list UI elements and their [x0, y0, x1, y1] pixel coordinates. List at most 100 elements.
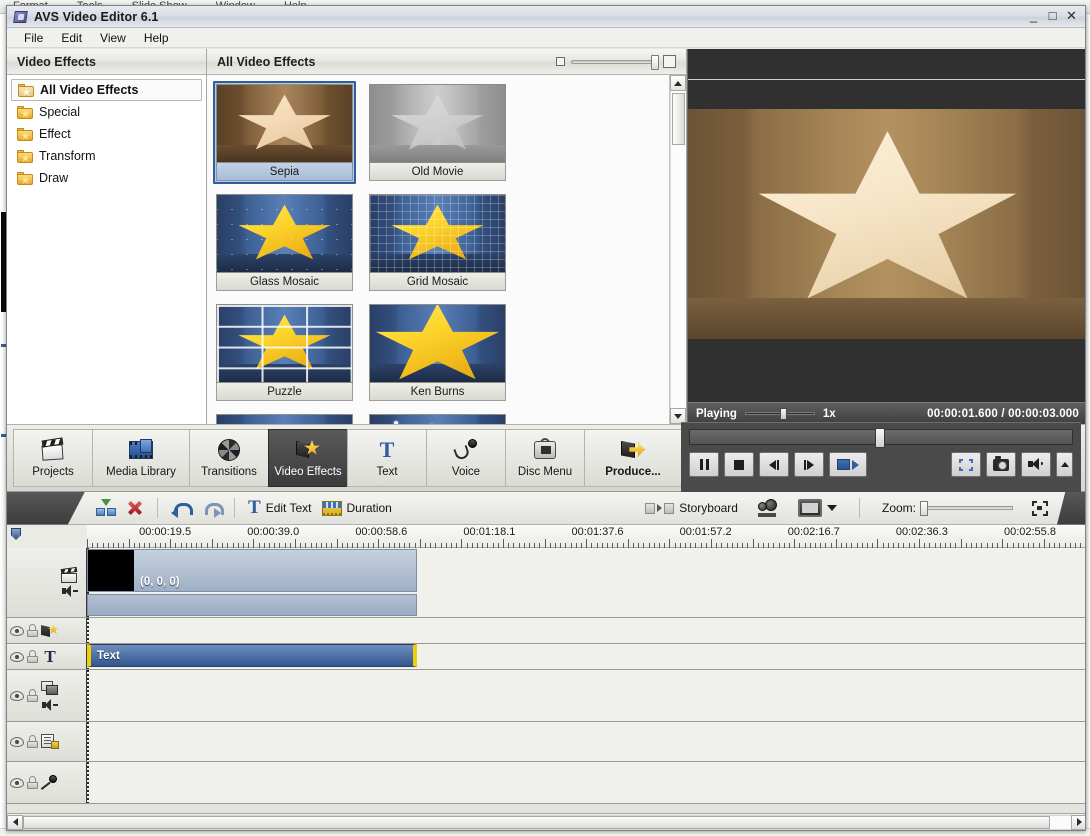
close-button[interactable]: ✕ — [1064, 8, 1079, 24]
track-header-voice[interactable] — [7, 762, 87, 803]
mode-button-text[interactable]: T Text — [347, 429, 427, 487]
eye-icon[interactable] — [10, 651, 24, 662]
video-preview-area[interactable] — [688, 49, 1085, 402]
display-mode-button[interactable] — [793, 497, 842, 519]
video-clip[interactable]: (0, 0, 0) — [87, 549, 417, 592]
effect-cell-sepia[interactable]: Sepia — [213, 81, 356, 184]
menu-help[interactable]: Help — [135, 30, 178, 46]
effect-cell-glass-mosaic[interactable]: Glass Mosaic — [213, 191, 356, 294]
effect-cell-snow[interactable]: Snow — [366, 411, 509, 424]
sidebar-item-all-video-effects[interactable]: All Video Effects — [11, 79, 202, 101]
track-header-overlay-video[interactable] — [7, 670, 87, 721]
eye-icon[interactable] — [10, 625, 24, 636]
scrollbar-thumb[interactable] — [672, 93, 685, 145]
sidebar-item-draw[interactable]: Draw — [11, 167, 202, 189]
mode-button-video-effects[interactable]: Video Effects — [268, 429, 348, 487]
text-clip[interactable]: Text — [87, 644, 417, 667]
play-timeline-button[interactable] — [829, 452, 867, 477]
track-body-overlay-video[interactable] — [87, 670, 1085, 721]
pause-button[interactable] — [689, 452, 719, 477]
sidebar-item-transform[interactable]: Transform — [11, 145, 202, 167]
sidebar-item-effect[interactable]: Effect — [11, 123, 202, 145]
timeline-ruler[interactable]: 00:00:19.5 00:00:39.0 00:00:58.6 00:01:18.1… — [7, 525, 1085, 548]
fit-to-window-button[interactable] — [1027, 499, 1053, 518]
ruler-tick — [211, 539, 213, 548]
speed-slider[interactable] — [744, 408, 815, 420]
undo-button[interactable] — [166, 497, 196, 519]
lock-icon[interactable] — [27, 689, 38, 702]
size-slider-track[interactable] — [571, 54, 659, 70]
track-header-main-video[interactable] — [7, 548, 87, 617]
previous-frame-button[interactable] — [759, 452, 789, 477]
timeline-horizontal-scrollbar[interactable] — [7, 813, 1085, 830]
minimize-button[interactable]: _ — [1026, 8, 1041, 24]
mode-button-produce[interactable]: Produce... — [584, 429, 682, 487]
mode-button-transitions[interactable]: Transitions — [189, 429, 269, 487]
sidebar-item-special[interactable]: Special — [11, 101, 202, 123]
effect-cell-grid-mosaic[interactable]: Grid Mosaic — [366, 191, 509, 294]
chevron-down-icon[interactable] — [826, 505, 837, 511]
edit-text-button[interactable]: T Edit Text — [243, 497, 317, 519]
speaker-icon[interactable] — [62, 585, 78, 597]
effect-cell-glass[interactable]: Glass — [213, 411, 356, 424]
lock-icon[interactable] — [27, 735, 38, 748]
storyboard-toggle-button[interactable]: Storyboard — [640, 499, 743, 517]
next-frame-button[interactable] — [794, 452, 824, 477]
mode-button-disc-menu[interactable]: Disc Menu — [505, 429, 585, 487]
eye-icon[interactable] — [10, 690, 24, 701]
snapshot-button[interactable] — [986, 452, 1016, 477]
scroll-right-button[interactable] — [1071, 814, 1085, 830]
scrollbar-track[interactable] — [670, 91, 686, 408]
effect-cell-old-movie[interactable]: Old Movie — [366, 81, 509, 184]
track-header-text[interactable]: T — [7, 644, 87, 669]
category-panel-header: Video Effects — [7, 49, 206, 75]
scroll-up-button[interactable] — [670, 75, 686, 91]
volume-expand-button[interactable] — [1056, 452, 1073, 477]
thumbnail-size-slider[interactable] — [556, 54, 676, 70]
effect-cell-ken-burns[interactable]: Ken Burns — [366, 301, 509, 404]
duration-button[interactable]: Duration — [317, 499, 397, 518]
lock-icon[interactable] — [27, 624, 38, 637]
zoom-slider-track[interactable] — [920, 501, 1013, 516]
hscrollbar-thumb[interactable] — [23, 815, 1051, 829]
menu-file[interactable]: File — [15, 30, 52, 46]
track-header-image[interactable] — [7, 722, 87, 761]
split-clip-button[interactable] — [91, 497, 121, 519]
zoom-slider-knob[interactable] — [920, 501, 928, 516]
track-body-image[interactable] — [87, 722, 1085, 761]
preview-output-button[interactable] — [752, 497, 784, 519]
eye-icon[interactable] — [10, 777, 24, 788]
track-header-video-effects[interactable] — [7, 618, 87, 643]
scroll-left-button[interactable] — [7, 814, 23, 830]
mode-button-media-library[interactable]: Media Library — [92, 429, 190, 487]
effect-cell-puzzle[interactable]: Puzzle — [213, 301, 356, 404]
delete-clip-button[interactable] — [121, 497, 149, 519]
hscrollbar-track[interactable] — [23, 814, 1071, 830]
microphone-icon — [40, 774, 57, 791]
track-body-text[interactable]: Text — [87, 644, 1085, 669]
track-body-video-effects[interactable] — [87, 618, 1085, 643]
effect-thumbnail — [216, 304, 353, 383]
menu-edit[interactable]: Edit — [52, 30, 91, 46]
zoom-control[interactable]: Zoom: — [877, 499, 1018, 517]
audio-clip[interactable] — [87, 594, 417, 616]
stop-button[interactable] — [724, 452, 754, 477]
speaker-icon[interactable] — [42, 698, 58, 711]
eye-icon[interactable] — [10, 736, 24, 747]
seek-slider-knob[interactable] — [875, 428, 886, 448]
maximize-button[interactable]: □ — [1045, 8, 1060, 24]
lock-icon[interactable] — [27, 776, 38, 789]
size-slider-knob[interactable] — [651, 54, 659, 70]
mode-button-voice[interactable]: Voice — [426, 429, 506, 487]
speed-slider-knob[interactable] — [779, 408, 787, 420]
mode-button-projects[interactable]: Projects — [13, 429, 93, 487]
track-body-voice[interactable] — [87, 762, 1085, 803]
seek-slider[interactable] — [689, 428, 1073, 448]
effects-vertical-scrollbar[interactable] — [669, 75, 686, 424]
lock-icon[interactable] — [27, 650, 38, 663]
menu-view[interactable]: View — [91, 30, 135, 46]
volume-button[interactable] — [1021, 452, 1051, 477]
fullscreen-button[interactable] — [951, 452, 981, 477]
redo-button[interactable] — [196, 497, 226, 519]
track-body-main-video[interactable]: (0, 0, 0) — [87, 548, 1085, 617]
